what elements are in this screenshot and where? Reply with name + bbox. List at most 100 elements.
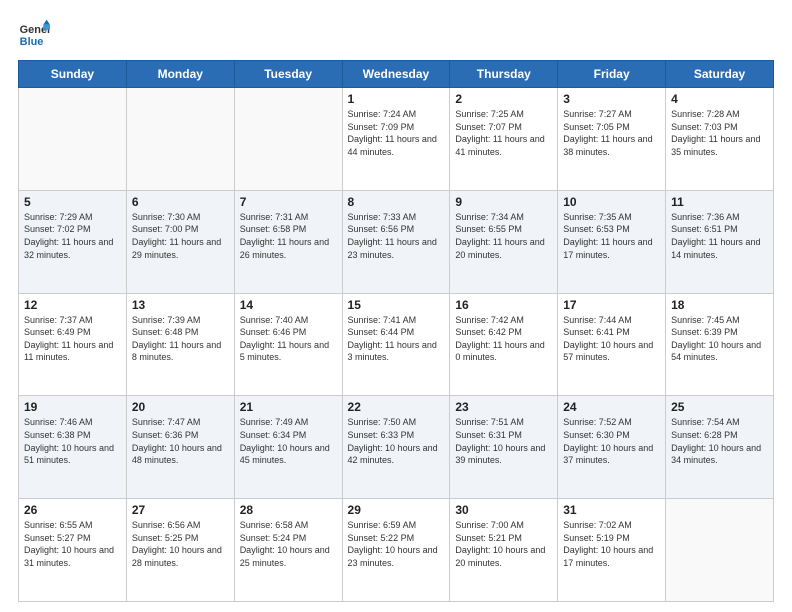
day-info: Sunrise: 7:31 AM Sunset: 6:58 PM Dayligh… <box>240 211 337 261</box>
weekday-header-row: SundayMondayTuesdayWednesdayThursdayFrid… <box>19 61 774 88</box>
day-info: Sunrise: 7:44 AM Sunset: 6:41 PM Dayligh… <box>563 314 660 364</box>
day-info: Sunrise: 7:50 AM Sunset: 6:33 PM Dayligh… <box>348 416 445 466</box>
day-number: 26 <box>24 503 121 517</box>
day-info: Sunrise: 6:59 AM Sunset: 5:22 PM Dayligh… <box>348 519 445 569</box>
week-row-3: 12 Sunrise: 7:37 AM Sunset: 6:49 PM Dayli… <box>19 293 774 396</box>
weekday-header-saturday: Saturday <box>666 61 774 88</box>
day-number: 28 <box>240 503 337 517</box>
day-info: Sunrise: 7:39 AM Sunset: 6:48 PM Dayligh… <box>132 314 229 364</box>
day-number: 6 <box>132 195 229 209</box>
day-number: 17 <box>563 298 660 312</box>
day-info: Sunrise: 7:25 AM Sunset: 7:07 PM Dayligh… <box>455 108 552 158</box>
calendar-cell: 24Sunrise: 7:52 AM Sunset: 6:30 PM Dayli… <box>558 396 666 499</box>
day-info: Sunrise: 7:52 AM Sunset: 6:30 PM Dayligh… <box>563 416 660 466</box>
calendar-cell: 5 Sunrise: 7:29 AM Sunset: 7:02 PM Daylig… <box>19 190 127 293</box>
day-info: Sunrise: 6:58 AM Sunset: 5:24 PM Dayligh… <box>240 519 337 569</box>
day-info: Sunrise: 7:30 AM Sunset: 7:00 PM Dayligh… <box>132 211 229 261</box>
day-number: 5 <box>24 195 121 209</box>
day-info: Sunrise: 7:54 AM Sunset: 6:28 PM Dayligh… <box>671 416 768 466</box>
day-number: 31 <box>563 503 660 517</box>
weekday-header-monday: Monday <box>126 61 234 88</box>
calendar-page: General Blue SundayMondayTuesdayWednesda… <box>0 0 792 612</box>
day-number: 18 <box>671 298 768 312</box>
day-info: Sunrise: 7:34 AM Sunset: 6:55 PM Dayligh… <box>455 211 552 261</box>
calendar-cell <box>19 88 127 191</box>
header: General Blue <box>18 18 774 50</box>
day-info: Sunrise: 7:36 AM Sunset: 6:51 PM Dayligh… <box>671 211 768 261</box>
day-number: 21 <box>240 400 337 414</box>
calendar-cell: 22 Sunrise: 7:50 AM Sunset: 6:33 PM Dayli… <box>342 396 450 499</box>
calendar-cell: 19Sunrise: 7:46 AM Sunset: 6:38 PM Dayli… <box>19 396 127 499</box>
day-info: Sunrise: 7:35 AM Sunset: 6:53 PM Dayligh… <box>563 211 660 261</box>
svg-text:Blue: Blue <box>20 36 44 48</box>
calendar-cell: 12 Sunrise: 7:37 AM Sunset: 6:49 PM Dayli… <box>19 293 127 396</box>
day-number: 16 <box>455 298 552 312</box>
calendar-cell: 7 Sunrise: 7:31 AM Sunset: 6:58 PM Daylig… <box>234 190 342 293</box>
day-info: Sunrise: 7:27 AM Sunset: 7:05 PM Dayligh… <box>563 108 660 158</box>
day-number: 8 <box>348 195 445 209</box>
day-info: Sunrise: 7:28 AM Sunset: 7:03 PM Dayligh… <box>671 108 768 158</box>
calendar-cell: 31 Sunrise: 7:02 AM Sunset: 5:19 PM Dayli… <box>558 499 666 602</box>
calendar-table: SundayMondayTuesdayWednesdayThursdayFrid… <box>18 60 774 602</box>
calendar-cell: 2Sunrise: 7:25 AM Sunset: 7:07 PM Daylig… <box>450 88 558 191</box>
week-row-2: 5 Sunrise: 7:29 AM Sunset: 7:02 PM Daylig… <box>19 190 774 293</box>
weekday-header-wednesday: Wednesday <box>342 61 450 88</box>
day-number: 22 <box>348 400 445 414</box>
logo-icon: General Blue <box>18 18 50 50</box>
week-row-5: 26Sunrise: 6:55 AM Sunset: 5:27 PM Dayli… <box>19 499 774 602</box>
day-number: 7 <box>240 195 337 209</box>
logo: General Blue <box>18 18 50 50</box>
day-number: 27 <box>132 503 229 517</box>
week-row-4: 19Sunrise: 7:46 AM Sunset: 6:38 PM Dayli… <box>19 396 774 499</box>
calendar-cell: 1Sunrise: 7:24 AM Sunset: 7:09 PM Daylig… <box>342 88 450 191</box>
calendar-cell: 13 Sunrise: 7:39 AM Sunset: 6:48 PM Dayli… <box>126 293 234 396</box>
day-number: 3 <box>563 92 660 106</box>
day-number: 25 <box>671 400 768 414</box>
calendar-cell: 16 Sunrise: 7:42 AM Sunset: 6:42 PM Dayli… <box>450 293 558 396</box>
calendar-cell: 28 Sunrise: 6:58 AM Sunset: 5:24 PM Dayli… <box>234 499 342 602</box>
day-number: 13 <box>132 298 229 312</box>
calendar-cell <box>126 88 234 191</box>
calendar-cell: 10 Sunrise: 7:35 AM Sunset: 6:53 PM Dayli… <box>558 190 666 293</box>
calendar-cell <box>666 499 774 602</box>
calendar-cell: 27 Sunrise: 6:56 AM Sunset: 5:25 PM Dayli… <box>126 499 234 602</box>
day-info: Sunrise: 7:51 AM Sunset: 6:31 PM Dayligh… <box>455 416 552 466</box>
calendar-cell: 23Sunrise: 7:51 AM Sunset: 6:31 PM Dayli… <box>450 396 558 499</box>
day-info: Sunrise: 7:45 AM Sunset: 6:39 PM Dayligh… <box>671 314 768 364</box>
calendar-cell: 30Sunrise: 7:00 AM Sunset: 5:21 PM Dayli… <box>450 499 558 602</box>
day-info: Sunrise: 7:41 AM Sunset: 6:44 PM Dayligh… <box>348 314 445 364</box>
day-info: Sunrise: 7:29 AM Sunset: 7:02 PM Dayligh… <box>24 211 121 261</box>
calendar-cell: 8 Sunrise: 7:33 AM Sunset: 6:56 PM Daylig… <box>342 190 450 293</box>
calendar-cell: 26Sunrise: 6:55 AM Sunset: 5:27 PM Dayli… <box>19 499 127 602</box>
calendar-cell <box>234 88 342 191</box>
day-info: Sunrise: 7:42 AM Sunset: 6:42 PM Dayligh… <box>455 314 552 364</box>
day-number: 15 <box>348 298 445 312</box>
day-number: 11 <box>671 195 768 209</box>
day-number: 4 <box>671 92 768 106</box>
day-info: Sunrise: 7:37 AM Sunset: 6:49 PM Dayligh… <box>24 314 121 364</box>
calendar-cell: 15 Sunrise: 7:41 AM Sunset: 6:44 PM Dayli… <box>342 293 450 396</box>
calendar-cell: 6 Sunrise: 7:30 AM Sunset: 7:00 PM Daylig… <box>126 190 234 293</box>
day-number: 10 <box>563 195 660 209</box>
calendar-cell: 11 Sunrise: 7:36 AM Sunset: 6:51 PM Dayli… <box>666 190 774 293</box>
calendar-cell: 4 Sunrise: 7:28 AM Sunset: 7:03 PM Daylig… <box>666 88 774 191</box>
day-info: Sunrise: 6:56 AM Sunset: 5:25 PM Dayligh… <box>132 519 229 569</box>
day-info: Sunrise: 7:40 AM Sunset: 6:46 PM Dayligh… <box>240 314 337 364</box>
day-info: Sunrise: 7:49 AM Sunset: 6:34 PM Dayligh… <box>240 416 337 466</box>
day-info: Sunrise: 7:02 AM Sunset: 5:19 PM Dayligh… <box>563 519 660 569</box>
week-row-1: 1Sunrise: 7:24 AM Sunset: 7:09 PM Daylig… <box>19 88 774 191</box>
day-number: 20 <box>132 400 229 414</box>
calendar-cell: 29 Sunrise: 6:59 AM Sunset: 5:22 PM Dayli… <box>342 499 450 602</box>
calendar-cell: 21 Sunrise: 7:49 AM Sunset: 6:34 PM Dayli… <box>234 396 342 499</box>
day-info: Sunrise: 7:46 AM Sunset: 6:38 PM Dayligh… <box>24 416 121 466</box>
day-number: 29 <box>348 503 445 517</box>
day-info: Sunrise: 7:33 AM Sunset: 6:56 PM Dayligh… <box>348 211 445 261</box>
weekday-header-sunday: Sunday <box>19 61 127 88</box>
day-info: Sunrise: 7:47 AM Sunset: 6:36 PM Dayligh… <box>132 416 229 466</box>
calendar-cell: 3 Sunrise: 7:27 AM Sunset: 7:05 PM Daylig… <box>558 88 666 191</box>
calendar-cell: 18 Sunrise: 7:45 AM Sunset: 6:39 PM Dayli… <box>666 293 774 396</box>
day-number: 12 <box>24 298 121 312</box>
day-info: Sunrise: 7:00 AM Sunset: 5:21 PM Dayligh… <box>455 519 552 569</box>
calendar-cell: 20 Sunrise: 7:47 AM Sunset: 6:36 PM Dayli… <box>126 396 234 499</box>
day-number: 9 <box>455 195 552 209</box>
